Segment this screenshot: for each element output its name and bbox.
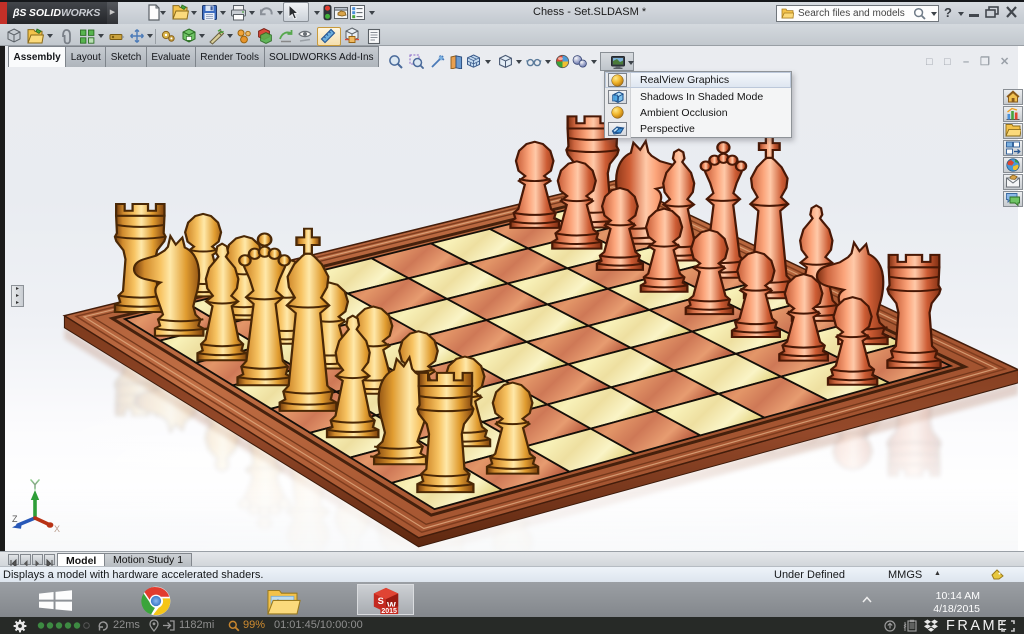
svg-text:X: X — [54, 524, 60, 534]
svg-text:Z: Z — [12, 514, 18, 524]
svg-text:2015: 2015 — [381, 608, 397, 615]
svg-text:Y: Y — [32, 480, 38, 490]
svg-text:S: S — [378, 596, 384, 606]
